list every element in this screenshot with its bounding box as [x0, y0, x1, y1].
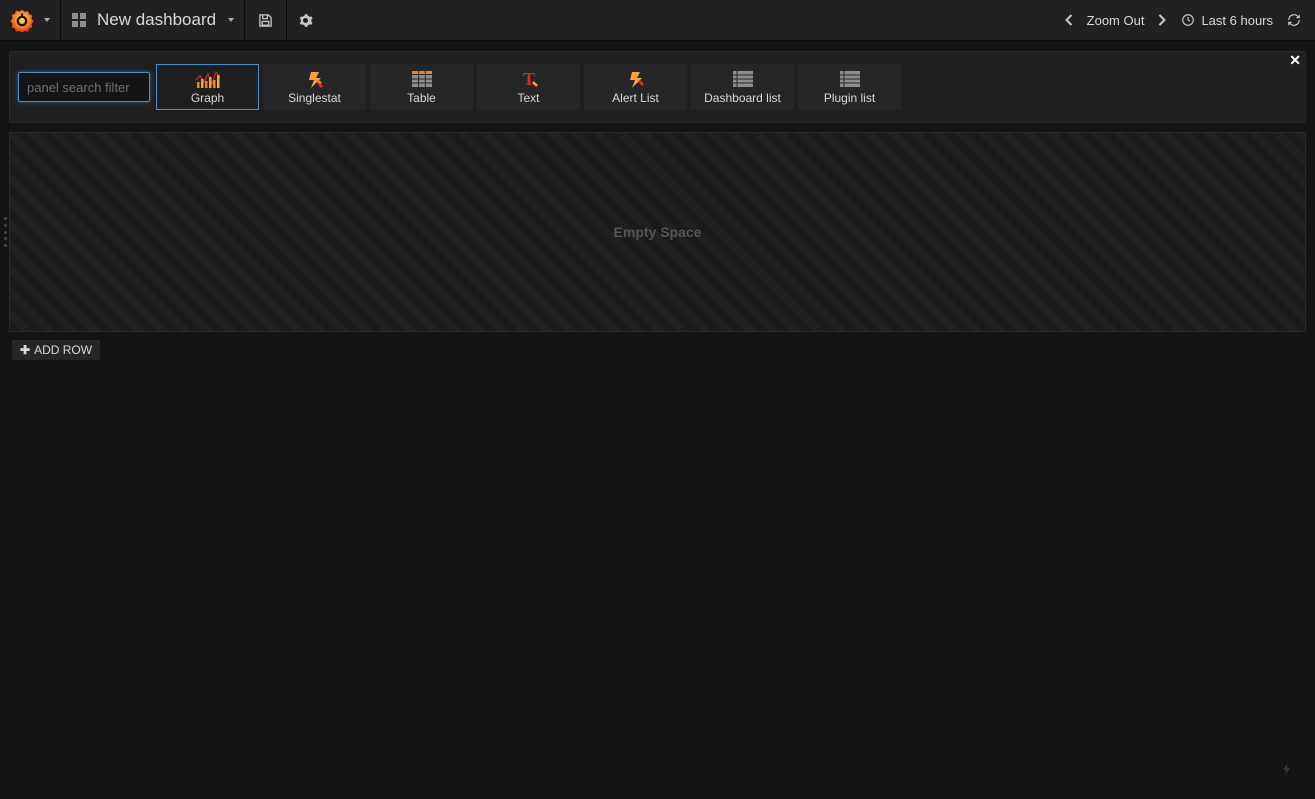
panel-tile-plugin-list[interactable]: Plugin list: [798, 64, 901, 110]
row-drag-handle[interactable]: [4, 217, 8, 247]
dashboard-row-empty[interactable]: Empty Space: [9, 132, 1306, 332]
singlestat-icon: [305, 69, 325, 89]
time-range-button[interactable]: Last 6 hours: [1181, 13, 1273, 28]
panel-tile-label: Plugin list: [824, 91, 875, 105]
dashboard-grid-icon: [71, 12, 87, 28]
panel-tiles: Graph Singlestat Table T Text Alert List Dashb…: [156, 64, 901, 110]
time-prev-button[interactable]: [1064, 14, 1073, 26]
time-range-label: Last 6 hours: [1201, 13, 1273, 28]
table-icon: [412, 69, 432, 89]
panel-tile-label: Singlestat: [288, 91, 341, 105]
panel-tile-label: Graph: [191, 91, 224, 105]
refresh-button[interactable]: [1287, 13, 1301, 27]
save-icon: [258, 13, 273, 28]
bolt-icon: [1281, 762, 1293, 779]
panel-tile-dashboard-list[interactable]: Dashboard list: [691, 64, 794, 110]
panel-tile-singlestat[interactable]: Singlestat: [263, 64, 366, 110]
zoom-out-button[interactable]: Zoom Out: [1087, 13, 1145, 28]
panel-tile-label: Alert List: [612, 91, 659, 105]
grafana-menu-button[interactable]: [0, 0, 61, 40]
navbar-spacer: [323, 0, 1050, 40]
pluglist-icon: [840, 69, 860, 89]
panel-tile-text[interactable]: T Text: [477, 64, 580, 110]
navbar-right: Zoom Out Last 6 hours: [1050, 0, 1315, 40]
chevron-left-icon: [1064, 14, 1073, 26]
close-icon: ✕: [1289, 52, 1301, 68]
caret-down-icon: [44, 18, 50, 22]
time-next-button[interactable]: [1158, 14, 1167, 26]
panel-type-picker: ✕ Graph Singlestat Table T Text Alert List Das…: [9, 51, 1306, 123]
settings-button[interactable]: [287, 0, 323, 40]
panel-search-input[interactable]: [18, 72, 150, 102]
gear-icon: [298, 13, 313, 28]
zoom-out-label: Zoom Out: [1087, 13, 1145, 28]
chevron-right-icon: [1158, 14, 1167, 26]
save-button[interactable]: [245, 0, 287, 40]
close-picker-button[interactable]: ✕: [1289, 52, 1301, 69]
add-row-label: ADD ROW: [34, 343, 92, 357]
panel-tile-graph[interactable]: Graph: [156, 64, 259, 110]
panel-tile-label: Dashboard list: [704, 91, 781, 105]
plus-icon: ✚: [20, 343, 30, 357]
panel-tile-label: Table: [407, 91, 436, 105]
empty-space-label: Empty Space: [614, 224, 702, 240]
caret-down-icon: [228, 18, 234, 22]
add-row-button[interactable]: ✚ ADD ROW: [12, 340, 100, 360]
svg-text:T: T: [522, 70, 534, 88]
graph-icon: [194, 69, 222, 89]
navbar: New dashboard Zoom Out: [0, 0, 1315, 41]
dashlist-icon: [733, 69, 753, 89]
text-icon: T: [519, 69, 539, 89]
grafana-logo-icon: [10, 8, 34, 32]
refresh-icon: [1287, 13, 1301, 27]
dashboard-title: New dashboard: [97, 10, 216, 30]
panel-tile-alert-list[interactable]: Alert List: [584, 64, 687, 110]
alert-icon: [626, 69, 646, 89]
panel-tile-table[interactable]: Table: [370, 64, 473, 110]
dashboard-title-button[interactable]: New dashboard: [61, 0, 245, 40]
panel-tile-label: Text: [517, 91, 539, 105]
clock-icon: [1181, 13, 1195, 27]
